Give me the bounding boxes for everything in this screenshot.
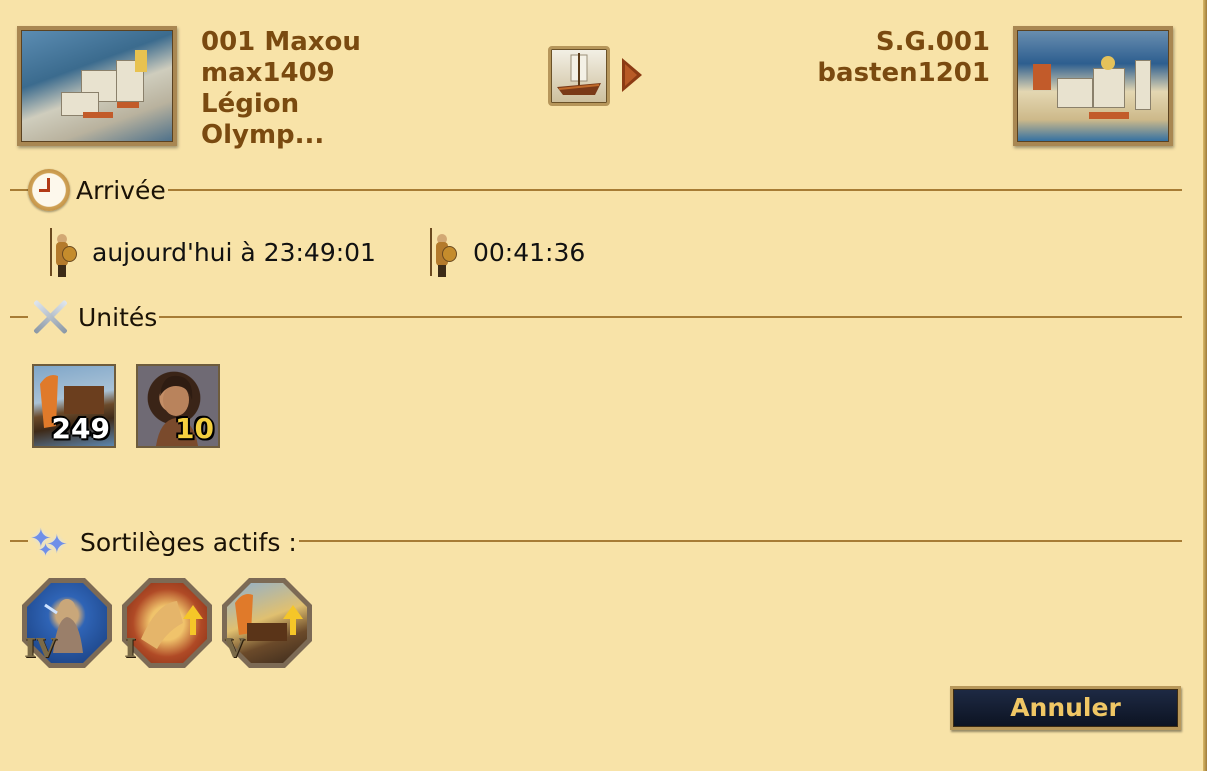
cancel-button[interactable]: Annuler <box>950 686 1181 730</box>
city-dome <box>1101 56 1115 70</box>
arrival-time: aujourd'hui à 23:49:01 <box>92 238 376 267</box>
unit-transport-boat[interactable]: 249 <box>32 364 116 448</box>
arrival-section-header: Arrivée <box>28 166 168 214</box>
source-city-thumbnail[interactable] <box>17 26 177 146</box>
spell-level: I <box>124 634 137 664</box>
unit-count: 249 <box>51 412 110 445</box>
travel-duration: 00:41:36 <box>473 238 586 267</box>
spells-section-header: ✦ ✦ ✦ Sortilèges actifs : <box>28 518 299 566</box>
up-arrow-icon <box>283 605 303 635</box>
source-alliance-name[interactable]: Légion Olymp... <box>201 89 361 151</box>
section-divider <box>10 189 1182 191</box>
arrival-title: Arrivée <box>76 175 166 205</box>
banner-flag-icon <box>1033 64 1051 90</box>
attack-boost-spell-icon[interactable]: I <box>122 578 212 668</box>
ship-speed-boost-spell-icon[interactable]: V <box>222 578 312 668</box>
source-city-name[interactable]: 001 Maxou <box>201 27 361 58</box>
panel-right-border <box>1203 0 1207 771</box>
alliance-line-2: Olymp... <box>201 120 325 150</box>
target-city-info: S.G.001 basten1201 <box>817 27 990 89</box>
target-city-name[interactable]: S.G.001 <box>817 27 990 58</box>
alliance-line-1: Légion <box>201 89 300 119</box>
spell-level: IV <box>24 634 57 664</box>
source-city-info: 001 Maxou max1409 Légion Olymp... <box>201 27 361 151</box>
city-roof <box>117 102 139 108</box>
up-arrow-icon <box>183 605 203 635</box>
arrow-right-icon <box>622 58 642 92</box>
soldier-icon <box>46 228 80 280</box>
units-title: Unités <box>78 302 158 332</box>
soldier-icon <box>426 228 460 280</box>
ship-graphic <box>557 53 601 95</box>
city-tower <box>1135 60 1151 110</box>
crossed-swords-icon <box>28 295 72 339</box>
units-section-header: Unités <box>28 293 160 341</box>
unit-count: 10 <box>175 412 214 445</box>
banner-flag-icon <box>135 50 147 72</box>
city-roof <box>83 112 113 118</box>
clock-icon <box>28 169 70 211</box>
spell-sparkle-icon: ✦ ✦ ✦ <box>30 524 68 561</box>
section-divider <box>10 316 1182 318</box>
city-building <box>1093 68 1125 108</box>
transport-ship-icon <box>548 46 610 106</box>
target-city-thumbnail[interactable] <box>1013 26 1173 146</box>
source-player-name[interactable]: max1409 <box>201 58 361 89</box>
spells-title: Sortilèges actifs : <box>80 527 297 557</box>
city-building <box>1057 78 1093 108</box>
spell-level: V <box>224 634 245 664</box>
unit-hero[interactable]: 10 <box>136 364 220 448</box>
target-player-name[interactable]: basten1201 <box>817 58 990 89</box>
zeus-spell-icon[interactable]: IV <box>22 578 112 668</box>
city-roof <box>1089 112 1129 119</box>
